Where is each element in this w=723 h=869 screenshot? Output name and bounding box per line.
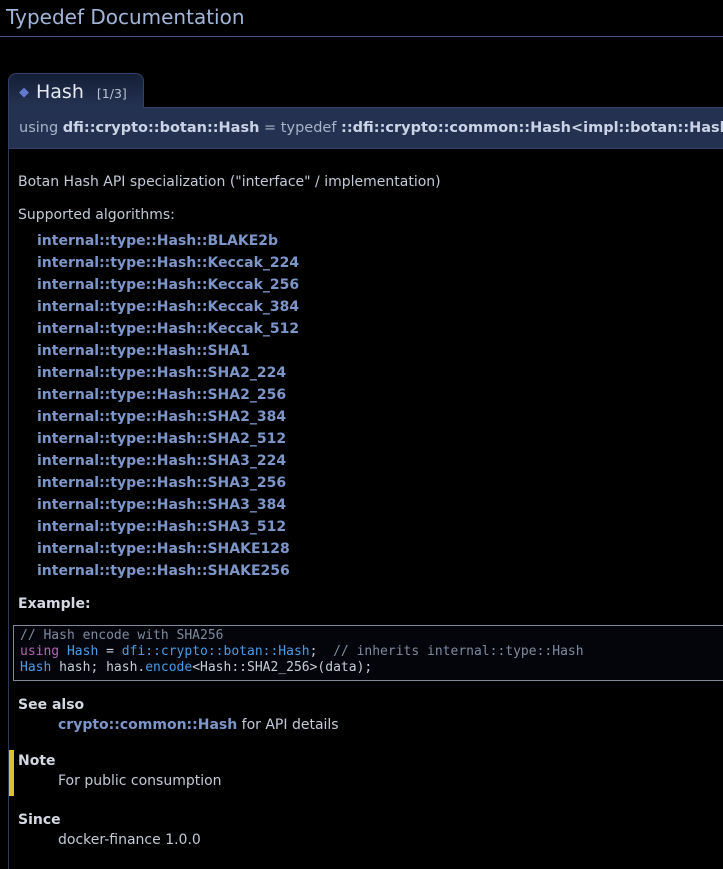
- since-text: docker-finance 1.0.0: [58, 832, 723, 849]
- page-title: Typedef Documentation: [0, 0, 723, 37]
- code-link-hash[interactable]: Hash: [67, 644, 98, 659]
- algorithm-link[interactable]: internal::type::Hash::SHA1: [37, 343, 250, 359]
- code-text: =: [98, 644, 121, 659]
- algorithm-list-item: internal::type::Hash::SHA2_512: [37, 428, 723, 450]
- code-comment: // Hash encode with SHA256: [20, 628, 224, 643]
- algorithm-list-item: internal::type::Hash::SHA3_224: [37, 450, 723, 472]
- code-line: using Hash = dfi::crypto::botan::Hash; /…: [20, 644, 723, 660]
- algorithm-list-item: internal::type::Hash::Keccak_256: [37, 274, 723, 296]
- algorithm-link[interactable]: internal::type::Hash::SHA3_384: [37, 497, 286, 513]
- code-link-encode[interactable]: encode: [145, 660, 192, 675]
- algorithm-list-item: internal::type::Hash::SHA2_384: [37, 406, 723, 428]
- algorithm-link[interactable]: internal::type::Hash::SHA2_224: [37, 365, 286, 381]
- algorithm-list-item: internal::type::Hash::SHA3_384: [37, 494, 723, 516]
- algorithm-link[interactable]: internal::type::Hash::SHA3_512: [37, 519, 286, 535]
- algorithm-link[interactable]: internal::type::Hash::SHA2_512: [37, 431, 286, 447]
- signature-target: ::dfi::crypto::common::Hash<impl::botan:…: [341, 120, 723, 136]
- see-also-label: See also: [18, 697, 723, 714]
- see-also-content: crypto::common::Hash for API details: [58, 717, 723, 734]
- note-text: For public consumption: [58, 773, 723, 790]
- algorithm-link[interactable]: internal::type::Hash::SHA3_256: [37, 475, 286, 491]
- algorithm-list-item: internal::type::Hash::BLAKE2b: [37, 230, 723, 252]
- code-line: // Hash encode with SHA256: [20, 628, 723, 644]
- algorithm-link[interactable]: internal::type::Hash::Keccak_512: [37, 321, 299, 337]
- code-text: hash; hash.: [51, 660, 145, 675]
- algorithm-list-item: internal::type::Hash::SHAKE256: [37, 560, 723, 582]
- algorithm-list-item: internal::type::Hash::SHAKE128: [37, 538, 723, 560]
- since-section: Since docker-finance 1.0.0: [18, 812, 723, 849]
- algorithm-list-item: internal::type::Hash::SHA2_224: [37, 362, 723, 384]
- member-tab: ◆ Hash [1/3]: [8, 73, 144, 108]
- algorithm-link[interactable]: internal::type::Hash::Keccak_256: [37, 277, 299, 293]
- typedef-signature: using dfi::crypto::botan::Hash = typedef…: [8, 107, 723, 149]
- signature-middle: = typedef: [259, 120, 341, 136]
- member-item: using dfi::crypto::botan::Hash = typedef…: [8, 107, 723, 869]
- see-also-section: See also crypto::common::Hash for API de…: [18, 697, 723, 734]
- algorithm-link[interactable]: internal::type::Hash::SHAKE256: [37, 563, 290, 579]
- algorithm-link[interactable]: internal::type::Hash::Keccak_384: [37, 299, 299, 315]
- algorithm-list-item: internal::type::Hash::Keccak_512: [37, 318, 723, 340]
- code-link-hash[interactable]: Hash: [20, 660, 51, 675]
- code-text: <Hash::SHA2_256>(data);: [192, 660, 372, 675]
- algorithm-link[interactable]: internal::type::Hash::SHA3_224: [37, 453, 286, 469]
- algorithm-link[interactable]: internal::type::Hash::Keccak_224: [37, 255, 299, 271]
- permalink-diamond-icon[interactable]: ◆: [19, 85, 29, 100]
- code-line: Hash hash; hash.encode<Hash::SHA2_256>(d…: [20, 660, 723, 676]
- signature-name: dfi::crypto::botan::Hash: [63, 120, 260, 136]
- since-label: Since: [18, 812, 723, 829]
- note-section: Note For public consumption: [9, 750, 723, 796]
- note-label: Note: [18, 753, 723, 770]
- signature-prefix: using: [19, 120, 63, 136]
- algorithm-link[interactable]: internal::type::Hash::BLAKE2b: [37, 233, 278, 249]
- supported-algorithms-label: Supported algorithms:: [18, 207, 723, 224]
- algorithm-list-item: internal::type::Hash::SHA3_256: [37, 472, 723, 494]
- algorithm-list-item: internal::type::Hash::SHA1: [37, 340, 723, 362]
- see-also-rest: for API details: [237, 717, 338, 733]
- description-text: Botan Hash API specialization ("interfac…: [18, 174, 723, 191]
- see-also-link[interactable]: crypto::common::Hash: [58, 717, 237, 733]
- code-text: ;: [310, 644, 333, 659]
- overload-badge: [1/3]: [97, 86, 127, 101]
- code-link-botan-hash[interactable]: dfi::crypto::botan::Hash: [122, 644, 310, 659]
- code-block: // Hash encode with SHA256 using Hash = …: [13, 625, 723, 681]
- code-keyword: using: [20, 644, 59, 659]
- algorithm-list-item: internal::type::Hash::SHA2_256: [37, 384, 723, 406]
- algorithm-list-item: internal::type::Hash::SHA3_512: [37, 516, 723, 538]
- example-label: Example:: [18, 596, 723, 613]
- code-comment: // inherits internal::type::Hash: [333, 644, 583, 659]
- member-name: Hash: [36, 81, 84, 103]
- member-doc: Botan Hash API specialization ("interfac…: [8, 149, 723, 869]
- code-text: [59, 644, 67, 659]
- algorithm-link[interactable]: internal::type::Hash::SHA2_256: [37, 387, 286, 403]
- algorithm-link[interactable]: internal::type::Hash::SHAKE128: [37, 541, 290, 557]
- algorithm-list-item: internal::type::Hash::Keccak_384: [37, 296, 723, 318]
- algorithm-link[interactable]: internal::type::Hash::SHA2_384: [37, 409, 286, 425]
- algorithm-list-item: internal::type::Hash::Keccak_224: [37, 252, 723, 274]
